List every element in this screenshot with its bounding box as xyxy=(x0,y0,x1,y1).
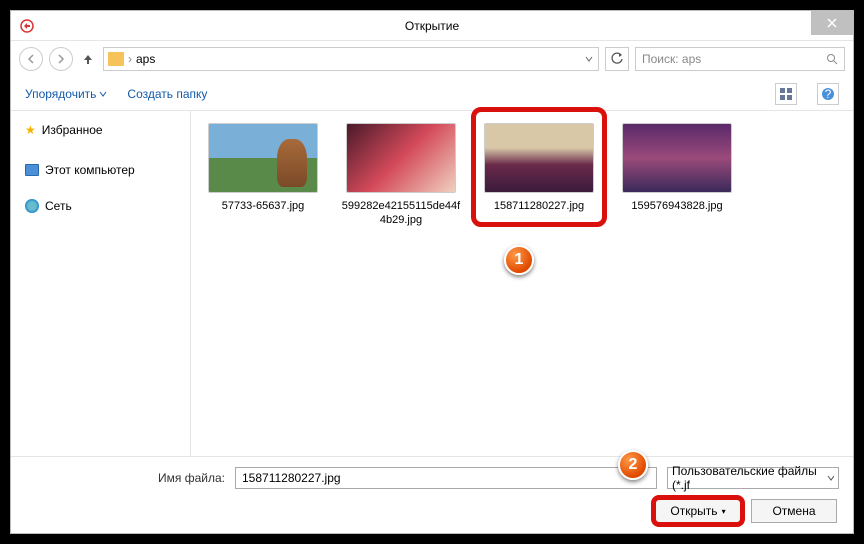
view-options-button[interactable] xyxy=(775,83,797,105)
arrow-up-icon xyxy=(82,53,94,65)
help-button[interactable]: ? xyxy=(817,83,839,105)
file-list: 57733-65637.jpg 599282e42155115de44f4b29… xyxy=(191,111,853,456)
cancel-button[interactable]: Отмена xyxy=(751,499,837,523)
help-icon: ? xyxy=(821,87,835,101)
forward-button[interactable] xyxy=(49,47,73,71)
file-type-filter[interactable]: Пользовательские файлы (*.jf xyxy=(667,467,839,489)
sidebar-network[interactable]: Сеть xyxy=(11,193,190,219)
close-button[interactable] xyxy=(811,11,853,35)
selection-highlight xyxy=(471,107,607,227)
star-icon: ★ xyxy=(25,123,36,137)
filename-input[interactable] xyxy=(235,467,657,489)
titlebar: Открытие xyxy=(11,11,853,41)
dialog-body: ★ Избранное Этот компьютер Сеть 57733-65… xyxy=(11,111,853,456)
up-button[interactable] xyxy=(79,50,97,68)
breadcrumb-folder[interactable]: aps xyxy=(136,52,155,66)
thumbnail xyxy=(346,123,456,193)
app-icon xyxy=(19,18,35,34)
new-folder-button[interactable]: Создать папку xyxy=(127,87,207,101)
file-item[interactable]: 159576943828.jpg xyxy=(617,123,737,213)
close-icon xyxy=(827,18,837,28)
arrow-left-icon xyxy=(26,54,36,64)
annotation-callout-1: 1 xyxy=(504,245,534,275)
refresh-button[interactable] xyxy=(605,47,629,71)
navbar: › aps Поиск: aps xyxy=(11,41,853,77)
button-highlight xyxy=(651,495,745,527)
dialog-footer: Имя файла: Пользовательские файлы (*.jf … xyxy=(11,456,853,533)
annotation-callout-2: 2 xyxy=(618,450,648,480)
search-icon xyxy=(826,53,838,65)
chevron-down-icon xyxy=(827,474,834,482)
arrow-right-icon xyxy=(56,54,66,64)
thumbnail xyxy=(208,123,318,193)
chevron-down-icon xyxy=(99,90,107,98)
breadcrumb-sep: › xyxy=(128,52,132,66)
back-button[interactable] xyxy=(19,47,43,71)
open-file-dialog: Открытие › aps Поиск: aps xyxy=(10,10,854,534)
file-item[interactable]: 57733-65637.jpg xyxy=(203,123,323,213)
refresh-icon xyxy=(610,52,624,66)
chevron-down-icon[interactable] xyxy=(584,54,594,64)
thumbnail xyxy=(622,123,732,193)
organize-menu[interactable]: Упорядочить xyxy=(25,87,107,101)
computer-icon xyxy=(25,164,39,176)
svg-text:?: ? xyxy=(825,87,832,101)
sidebar: ★ Избранное Этот компьютер Сеть xyxy=(11,111,191,456)
dialog-title: Открытие xyxy=(405,19,459,33)
search-placeholder: Поиск: aps xyxy=(642,52,701,66)
filename-label: Имя файла: xyxy=(25,471,225,485)
toolbar: Упорядочить Создать папку ? xyxy=(11,77,853,111)
folder-icon xyxy=(108,52,124,66)
sidebar-this-pc[interactable]: Этот компьютер xyxy=(11,157,190,183)
file-item[interactable]: 599282e42155115de44f4b29.jpg xyxy=(341,123,461,228)
search-input[interactable]: Поиск: aps xyxy=(635,47,845,71)
network-icon xyxy=(25,199,39,213)
sidebar-favorites[interactable]: ★ Избранное xyxy=(11,117,190,143)
open-button[interactable]: Открыть ▾ xyxy=(655,499,741,523)
view-icon xyxy=(779,87,793,101)
file-item-selected[interactable]: 158711280227.jpg xyxy=(479,123,599,213)
address-bar[interactable]: › aps xyxy=(103,47,599,71)
